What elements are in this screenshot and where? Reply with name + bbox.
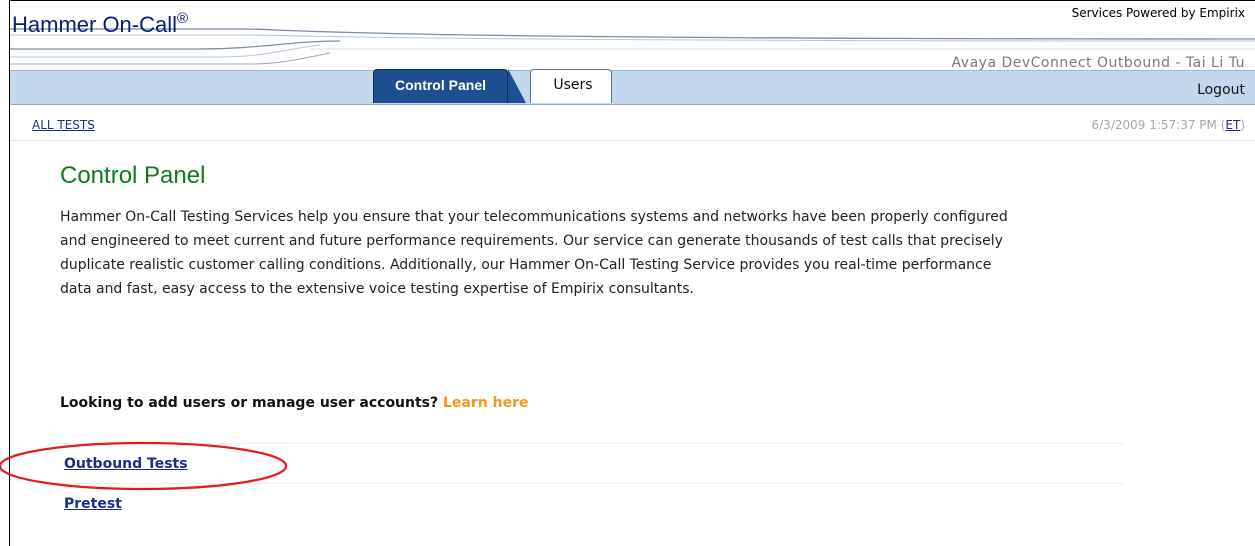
logo-text: Hammer On-Call xyxy=(12,12,178,37)
manage-users-text: Looking to add users or manage user acco… xyxy=(60,395,439,411)
highlight-ellipse xyxy=(0,441,288,491)
nav-bar: Control Panel Users Logout xyxy=(10,69,1255,105)
tab-corner xyxy=(508,69,526,103)
all-tests-link[interactable]: ALL TESTS xyxy=(32,118,95,132)
intro-paragraph: Hammer On-Call Testing Services help you… xyxy=(60,209,1008,297)
manage-users-prompt: Looking to add users or manage user acco… xyxy=(60,395,529,411)
breadcrumb-bar: ALL TESTS 6/3/2009 1:57:37 PM (ET) xyxy=(10,103,1255,141)
tab-control-panel[interactable]: Control Panel xyxy=(373,69,508,103)
app-logo: Hammer On-Call® xyxy=(12,10,189,38)
powered-by-text: Services Powered by Empirix xyxy=(1071,6,1245,20)
account-name: Avaya DevConnect Outbound - Tai Li Tu xyxy=(951,55,1245,71)
pretest-link[interactable]: Pretest xyxy=(64,496,122,512)
header: Hammer On-Call® Services Powered by Empi… xyxy=(10,1,1255,105)
logout-link[interactable]: Logout xyxy=(1197,82,1245,98)
tab-users[interactable]: Users xyxy=(530,69,612,103)
learn-here-link[interactable]: Learn here xyxy=(443,395,528,411)
page-title: Control Panel xyxy=(60,162,206,189)
server-datetime: 6/3/2009 1:57:37 PM (ET) xyxy=(1092,118,1246,132)
registered-mark: ® xyxy=(177,10,189,27)
datetime-value: 6/3/2009 1:57:37 PM xyxy=(1091,118,1217,132)
tz-close: ) xyxy=(1240,118,1245,132)
timezone-link[interactable]: ET xyxy=(1225,118,1240,132)
